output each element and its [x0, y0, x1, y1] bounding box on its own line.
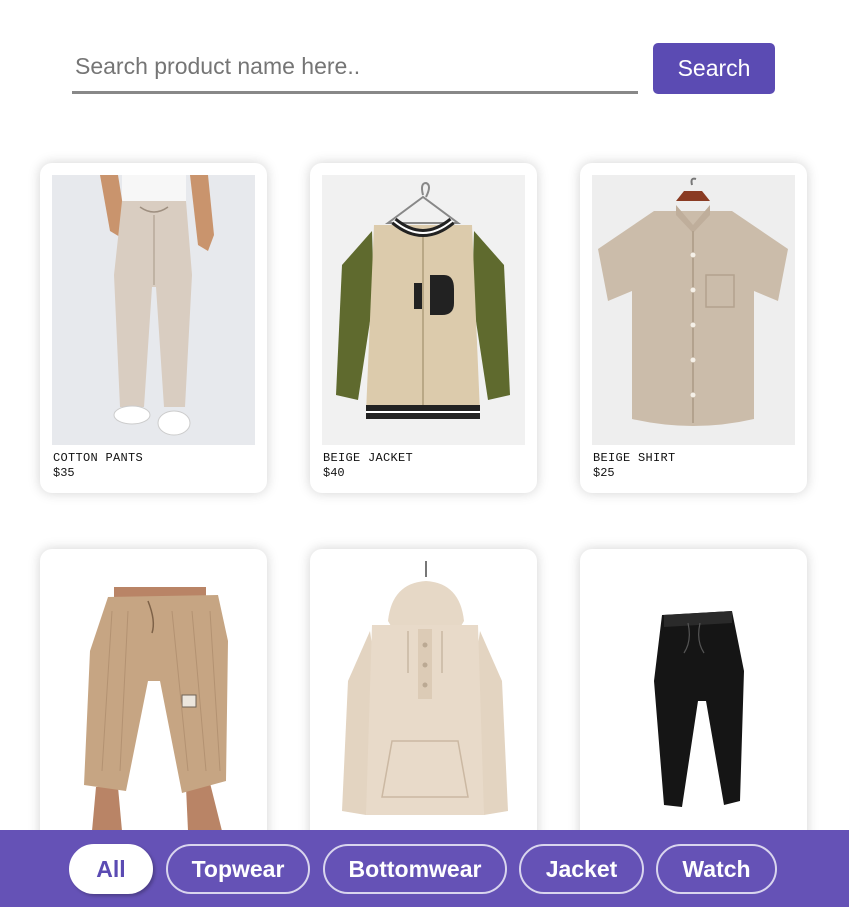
cotton-pants-image	[52, 175, 255, 445]
product-name: BEIGE JACKET	[323, 451, 414, 465]
product-price: $40	[323, 466, 345, 480]
product-name: BEIGE SHIRT	[593, 451, 676, 465]
beige-jacket-image	[322, 175, 525, 445]
category-filter-bar: All Topwear Bottomwear Jacket Watch	[0, 830, 849, 907]
product-card[interactable]: BEIGE JACKET $40	[310, 163, 537, 493]
product-price: $25	[593, 466, 615, 480]
beige-shirt-image	[592, 175, 795, 445]
filter-chip-watch[interactable]: Watch	[656, 844, 777, 894]
filter-chip-jacket[interactable]: Jacket	[519, 844, 644, 894]
product-card[interactable]: COTTON PANTS $35	[40, 163, 267, 493]
product-card[interactable]: BEIGE SHIRT $25	[580, 163, 807, 493]
product-name: COTTON PANTS	[53, 451, 144, 465]
search-bar: Search	[72, 42, 775, 94]
filter-chip-topwear[interactable]: Topwear	[166, 844, 310, 894]
search-input[interactable]	[72, 42, 638, 94]
filter-chip-bottomwear[interactable]: Bottomwear	[323, 844, 507, 894]
black-joggers-image	[592, 561, 795, 831]
filter-chip-all[interactable]: All	[69, 844, 153, 894]
search-button[interactable]: Search	[653, 43, 775, 94]
beige-hoodie-image	[322, 561, 525, 831]
corduroy-shorts-image	[52, 561, 255, 831]
product-price: $35	[53, 466, 75, 480]
